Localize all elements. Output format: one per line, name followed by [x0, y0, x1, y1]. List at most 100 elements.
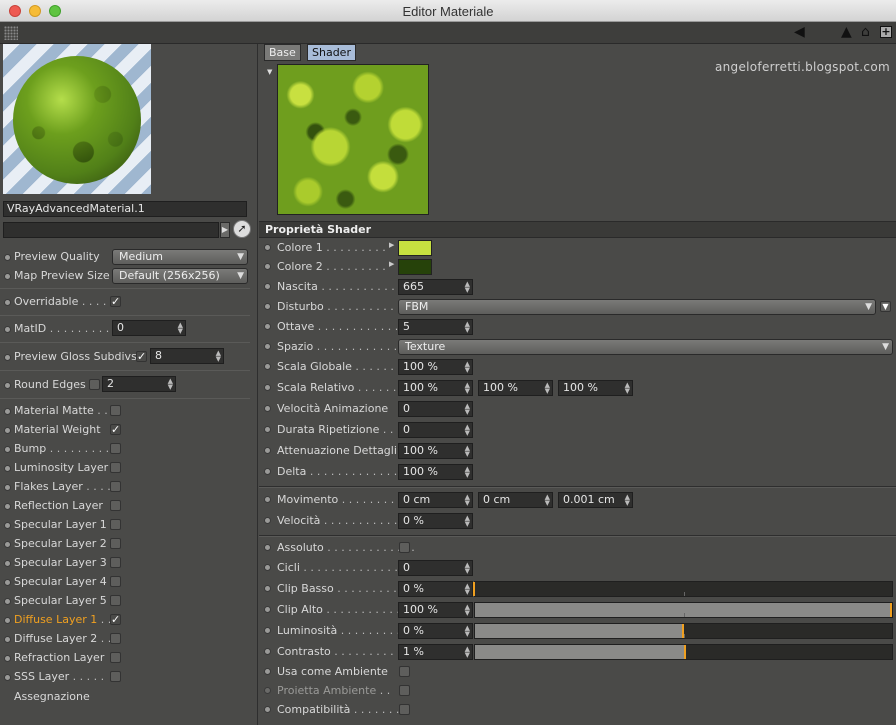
layer-checkbox[interactable]	[110, 633, 121, 644]
param-dot-icon[interactable]	[264, 244, 271, 251]
layer-checkbox[interactable]	[110, 462, 121, 473]
pick-cursor-button[interactable]: ➚	[233, 220, 251, 238]
luminosita-slider[interactable]	[474, 623, 893, 639]
overridable-checkbox[interactable]: ✓	[110, 296, 121, 307]
stepper-icon[interactable]: ▲ ▼	[465, 445, 470, 458]
clip-alto-slider[interactable]	[474, 602, 893, 618]
colore2-swatch[interactable]	[398, 259, 432, 275]
stepper-icon[interactable]: ▲ ▼	[465, 382, 470, 395]
material-preview[interactable]	[3, 44, 151, 194]
stepper-icon[interactable]: ▲ ▼	[465, 625, 470, 638]
param-dot-icon[interactable]	[264, 447, 271, 454]
durata-ripetizione-field[interactable]: 0 ▲ ▼	[398, 422, 473, 438]
stepper-icon[interactable]: ▲ ▼	[465, 403, 470, 416]
round-edges-checkbox[interactable]	[89, 379, 100, 390]
param-dot-icon[interactable]	[264, 564, 271, 571]
disturbo-dropdown[interactable]: FBM ▼	[398, 299, 876, 315]
param-dot-icon[interactable]	[264, 585, 271, 592]
usa-come-ambiente-checkbox[interactable]	[399, 666, 410, 677]
add-icon[interactable]: +	[880, 26, 892, 38]
param-dot-icon[interactable]	[264, 668, 271, 675]
stepper-icon[interactable]: ▲ ▼	[465, 281, 470, 294]
contrasto-field[interactable]: 1 % ▲ ▼	[398, 644, 473, 660]
param-dot-icon[interactable]	[4, 617, 11, 624]
param-dot-icon[interactable]	[264, 263, 271, 270]
param-dot-icon[interactable]	[4, 408, 11, 415]
slider-handle[interactable]	[683, 645, 686, 659]
stepper-icon[interactable]: ▲ ▼	[465, 583, 470, 596]
param-dot-icon[interactable]	[4, 598, 11, 605]
param-dot-icon[interactable]	[4, 354, 11, 361]
layer-checkbox[interactable]: ✓	[110, 614, 121, 625]
param-dot-icon[interactable]	[264, 648, 271, 655]
param-dot-icon[interactable]	[264, 363, 271, 370]
param-dot-icon[interactable]	[4, 522, 11, 529]
layer-checkbox[interactable]	[110, 538, 121, 549]
stepper-icon[interactable]: ▲ ▼	[465, 646, 470, 659]
param-dot-icon[interactable]	[264, 405, 271, 412]
clip-basso-field[interactable]: 0 % ▲ ▼	[398, 581, 473, 597]
stepper-icon[interactable]: ▲ ▼	[625, 382, 630, 395]
stepper-icon[interactable]: ▲ ▼	[465, 515, 470, 528]
slider-handle[interactable]	[890, 603, 892, 617]
arrow-back-icon[interactable]: ◀︎	[794, 24, 805, 40]
param-dot-icon[interactable]	[4, 636, 11, 643]
stepper-icon[interactable]: ▲ ▼	[465, 494, 470, 507]
stepper-icon[interactable]: ▲ ▼	[465, 424, 470, 437]
param-dot-icon[interactable]	[4, 273, 11, 280]
layer-checkbox[interactable]	[110, 557, 121, 568]
layer-checkbox[interactable]	[110, 405, 121, 416]
param-dot-icon[interactable]	[264, 496, 271, 503]
luminosita-field[interactable]: 0 % ▲ ▼	[398, 623, 473, 639]
search-input[interactable]	[3, 222, 219, 238]
colore1-swatch[interactable]	[398, 240, 432, 256]
assegnazione-label[interactable]: Assegnazione	[14, 690, 90, 703]
param-dot-icon[interactable]	[4, 579, 11, 586]
param-dot-icon[interactable]	[264, 343, 271, 350]
stepper-icon[interactable]: ▲ ▼	[465, 321, 470, 334]
stepper-icon[interactable]: ▲ ▼	[168, 378, 173, 391]
param-dot-icon[interactable]	[264, 303, 271, 310]
velocita-animazione-field[interactable]: 0 ▲ ▼	[398, 401, 473, 417]
map-preview-size-dropdown[interactable]: Default (256x256) ▼	[112, 268, 248, 284]
stepper-icon[interactable]: ▲ ▼	[465, 361, 470, 374]
stepper-icon[interactable]: ▲ ▼	[216, 350, 221, 363]
param-dot-icon[interactable]	[4, 427, 11, 434]
param-dot-icon[interactable]	[4, 655, 11, 662]
contrasto-slider[interactable]	[474, 644, 893, 660]
layer-checkbox[interactable]	[110, 519, 121, 530]
param-dot-icon[interactable]	[4, 560, 11, 567]
param-dot-icon[interactable]	[4, 326, 11, 333]
slider-handle[interactable]	[473, 582, 475, 596]
preview-gloss-checkbox[interactable]: ✓	[136, 351, 147, 362]
assoluto-checkbox[interactable]	[399, 542, 410, 553]
layer-checkbox[interactable]	[110, 443, 121, 454]
param-dot-icon[interactable]	[264, 283, 271, 290]
param-dot-icon[interactable]	[264, 517, 271, 524]
color-expand-icon[interactable]: ▶	[389, 241, 394, 249]
layer-checkbox[interactable]	[110, 500, 121, 511]
stepper-icon[interactable]: ▲ ▼	[465, 562, 470, 575]
layer-checkbox[interactable]	[110, 595, 121, 606]
preview-quality-dropdown[interactable]: Medium ▼	[112, 249, 248, 265]
param-dot-icon[interactable]	[4, 503, 11, 510]
stepper-icon[interactable]: ▲ ▼	[625, 494, 630, 507]
param-dot-icon[interactable]	[264, 426, 271, 433]
param-dot-icon[interactable]	[4, 674, 11, 681]
param-dot-icon[interactable]	[4, 254, 11, 261]
compatibilita-checkbox[interactable]	[399, 704, 410, 715]
search-arrow-icon[interactable]: ▶	[220, 222, 230, 238]
nascita-field[interactable]: 665 ▲ ▼	[398, 279, 473, 295]
layer-checkbox[interactable]	[110, 671, 121, 682]
param-dot-icon[interactable]	[264, 468, 271, 475]
layer-checkbox[interactable]	[110, 576, 121, 587]
param-dot-icon[interactable]	[264, 384, 271, 391]
param-dot-icon[interactable]	[264, 627, 271, 634]
velocita-field[interactable]: 0 % ▲ ▼	[398, 513, 473, 529]
stepper-icon[interactable]: ▲ ▼	[545, 382, 550, 395]
movimento-y-field[interactable]: 0 cm ▲ ▼	[478, 492, 553, 508]
param-dot-icon[interactable]	[4, 541, 11, 548]
param-dot-icon[interactable]	[4, 299, 11, 306]
stepper-icon[interactable]: ▲ ▼	[465, 466, 470, 479]
delta-field[interactable]: 100 % ▲ ▼	[398, 464, 473, 480]
